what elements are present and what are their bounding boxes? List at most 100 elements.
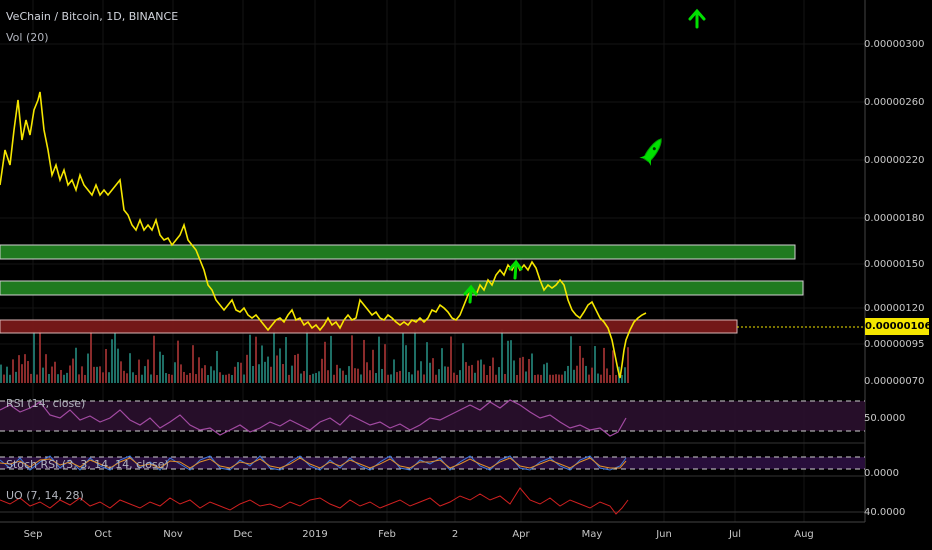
volume-bar bbox=[111, 339, 113, 383]
volume-bar bbox=[210, 366, 212, 383]
volume-bar bbox=[492, 357, 494, 383]
volume-bar bbox=[615, 374, 617, 383]
volume-bar bbox=[126, 373, 128, 383]
volume-bar bbox=[291, 365, 293, 383]
volume-bar bbox=[336, 364, 338, 383]
stoch-rsi-legend[interactable]: Stoch RSI (3, 3, 14, 14, close) bbox=[6, 458, 169, 471]
volume-bar bbox=[264, 361, 266, 383]
volume-bar bbox=[246, 354, 248, 383]
volume-bar bbox=[51, 366, 53, 383]
volume-bar bbox=[375, 373, 377, 383]
volume-bar bbox=[297, 353, 299, 383]
volume-bar bbox=[513, 360, 515, 383]
volume-bar bbox=[252, 366, 254, 383]
volume-bar bbox=[12, 359, 14, 383]
volume-bar bbox=[174, 362, 176, 383]
volume-bar bbox=[453, 372, 455, 383]
volume-bar bbox=[396, 372, 398, 383]
volume-bar bbox=[282, 364, 284, 383]
volume-bar bbox=[621, 374, 623, 383]
volume-bar bbox=[129, 353, 131, 383]
volume-bar bbox=[24, 354, 26, 383]
volume-bar bbox=[240, 362, 242, 383]
volume-bar bbox=[141, 374, 143, 383]
volume-bar bbox=[480, 359, 482, 383]
volume-bar bbox=[570, 336, 572, 383]
volume-bar bbox=[294, 355, 296, 383]
stoch-rsi-axis-label: 0.0000 bbox=[864, 468, 899, 479]
volume-bar bbox=[432, 358, 434, 383]
volume-bar bbox=[603, 347, 605, 383]
volume-bar bbox=[186, 374, 188, 383]
volume-bar bbox=[597, 373, 599, 383]
volume-bar bbox=[135, 374, 137, 383]
rsi-legend[interactable]: RSI (14, close) bbox=[6, 397, 85, 410]
volume-bar bbox=[474, 372, 476, 383]
volume-bar bbox=[411, 374, 413, 383]
volume-bar bbox=[477, 360, 479, 383]
volume-bar bbox=[33, 331, 35, 383]
volume-bar bbox=[360, 374, 362, 383]
volume-bar bbox=[267, 356, 269, 383]
current-price-badge: 0.00000106 bbox=[865, 318, 931, 335]
volume-bar bbox=[582, 357, 584, 383]
volume-bar bbox=[78, 374, 80, 383]
volume-bar bbox=[57, 374, 59, 383]
price-axis-label: 0.00000120 bbox=[864, 303, 925, 314]
volume-bar bbox=[552, 374, 554, 383]
volume-bar bbox=[225, 374, 227, 383]
volume-bar bbox=[180, 364, 182, 383]
volume-bar bbox=[351, 335, 353, 383]
volume-bar bbox=[255, 336, 257, 383]
price-axis-label: 0.00000095 bbox=[864, 339, 925, 350]
volume-bar bbox=[147, 359, 149, 383]
resistance-zone-upper[interactable] bbox=[0, 244, 796, 260]
volume-bar bbox=[42, 367, 44, 383]
volume-legend[interactable]: Vol (20) bbox=[6, 31, 49, 44]
price-axis-label: 0.00000220 bbox=[864, 155, 925, 166]
volume-bar bbox=[567, 365, 569, 383]
volume-bar bbox=[105, 348, 107, 383]
volume-bar bbox=[516, 374, 518, 383]
volume-bar bbox=[162, 354, 164, 383]
volume-bar bbox=[441, 348, 443, 383]
volume-bar bbox=[423, 374, 425, 383]
volume-bar bbox=[483, 364, 485, 383]
volume-bar bbox=[429, 362, 431, 383]
volume-bar bbox=[495, 374, 497, 383]
volume-bar bbox=[153, 335, 155, 383]
volume-bar bbox=[609, 375, 611, 383]
volume-bar bbox=[564, 371, 566, 383]
price-axis-label: 0.00000150 bbox=[864, 259, 925, 270]
resistance-zone-lower[interactable] bbox=[0, 280, 804, 296]
volume-bar bbox=[366, 362, 368, 383]
volume-bar bbox=[243, 374, 245, 383]
volume-bar bbox=[219, 372, 221, 383]
volume-bar bbox=[321, 358, 323, 383]
volume-bar bbox=[39, 329, 41, 383]
volume-bar bbox=[309, 374, 311, 383]
price-axis-label: 0.00000070 bbox=[864, 376, 925, 387]
volume-bar bbox=[84, 374, 86, 383]
symbol-legend[interactable]: VeChain / Bitcoin, 1D, BINANCE bbox=[6, 10, 178, 23]
volume-bar bbox=[306, 329, 308, 383]
volume-bar bbox=[159, 351, 161, 383]
volume-bar bbox=[237, 362, 239, 383]
volume-bar bbox=[21, 364, 23, 383]
support-zone[interactable] bbox=[0, 319, 738, 334]
time-axis-label: 2 bbox=[451, 529, 459, 540]
volume-bar bbox=[519, 357, 521, 383]
volume-bar bbox=[192, 345, 194, 383]
volume-bar bbox=[60, 369, 62, 383]
volume-bar bbox=[114, 332, 116, 383]
volume-bar bbox=[600, 374, 602, 383]
volume-bar bbox=[393, 359, 395, 383]
volume-bar bbox=[72, 358, 74, 383]
time-axis-label: Nov bbox=[163, 529, 183, 540]
volume-bar bbox=[189, 373, 191, 383]
volume-bar bbox=[69, 365, 71, 383]
volume-bar bbox=[3, 374, 5, 383]
volume-bar bbox=[333, 374, 335, 383]
uo-legend[interactable]: UO (7, 14, 28) bbox=[6, 489, 84, 502]
volume-bar bbox=[117, 348, 119, 383]
